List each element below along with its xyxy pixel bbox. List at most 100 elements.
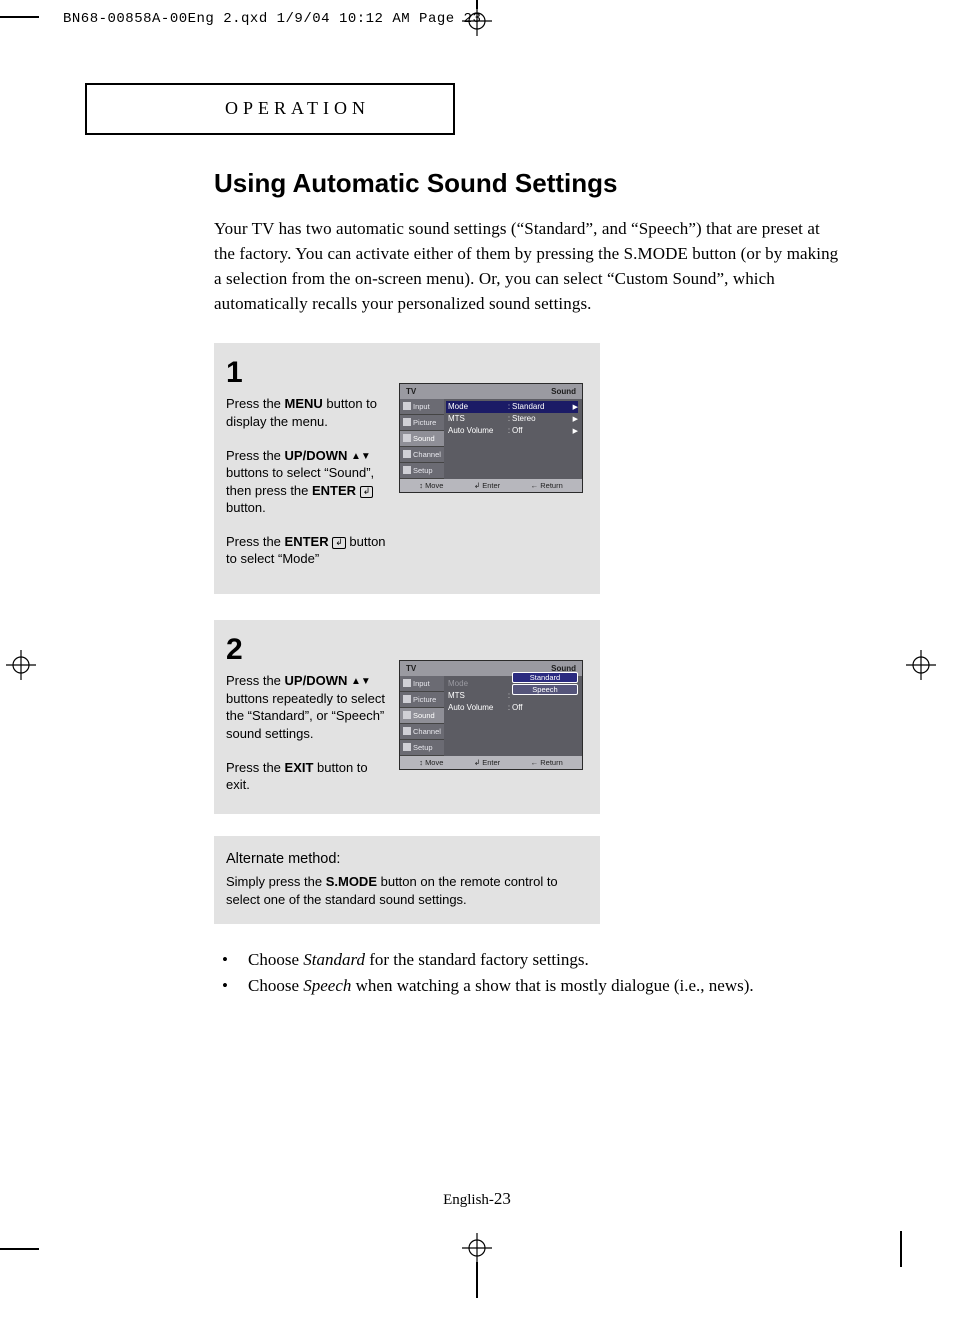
triangle-up-icon: ▲ xyxy=(351,452,361,462)
step-2-panel: 2 Press the UP/DOWN ▲▼ buttons repeatedl… xyxy=(214,620,600,814)
osd-tab-channel: Channel xyxy=(400,447,444,463)
label: Mode xyxy=(448,402,506,411)
channel-icon xyxy=(403,727,411,735)
footer-number: 23 xyxy=(494,1189,511,1208)
enter-icon: ↲ xyxy=(474,758,480,767)
key-enter: ENTER xyxy=(285,534,329,549)
content-column: Using Automatic Sound Settings Your TV h… xyxy=(214,168,844,1002)
value: Off xyxy=(512,426,570,435)
text: Press the xyxy=(226,534,285,549)
text: buttons repeatedly to select the “Standa… xyxy=(226,691,385,741)
osd-tab-setup: Setup xyxy=(400,740,444,756)
osd-tab-input: Input xyxy=(400,399,444,415)
step-2-osd: TV Sound Input Picture Sound Channel Set… xyxy=(399,660,583,770)
emphasis: Standard xyxy=(303,950,365,969)
text: Choose xyxy=(248,976,303,995)
enter-icon: ↲ xyxy=(474,481,480,490)
label: Return xyxy=(540,481,563,490)
step-number: 2 xyxy=(226,630,391,671)
page-title: Using Automatic Sound Settings xyxy=(214,168,844,199)
crop-mark xyxy=(900,1231,902,1267)
osd-title-left: TV xyxy=(406,664,416,673)
key-enter: ENTER xyxy=(312,483,356,498)
register-mark-icon xyxy=(462,1233,492,1263)
alternate-method-panel: Alternate method: Simply press the S.MOD… xyxy=(214,836,600,925)
label: Mode xyxy=(448,679,506,688)
updown-icon: ↕ xyxy=(419,481,423,490)
return-icon: ← xyxy=(531,481,539,490)
label: Channel xyxy=(413,450,441,459)
label: Enter xyxy=(482,758,500,767)
step-1-osd: TV Sound Input Picture Sound Channel Set… xyxy=(399,383,583,493)
label: Move xyxy=(425,758,443,767)
colon: : xyxy=(506,691,512,700)
value-dropdown: Standard Speech xyxy=(512,672,578,695)
osd-row-autovolume: Auto Volume:Off▶ xyxy=(448,425,578,437)
text: Press the xyxy=(226,760,285,775)
text: Choose xyxy=(248,950,303,969)
osd-tab-input: Input xyxy=(400,676,444,692)
step-1-text: 1 Press the MENU button to display the m… xyxy=(226,353,391,568)
label: Sound xyxy=(413,711,435,720)
register-mark-icon xyxy=(6,650,36,680)
alternate-heading: Alternate method: xyxy=(226,850,588,870)
label: Sound xyxy=(413,434,435,443)
label: Input xyxy=(413,402,430,411)
emphasis: Speech xyxy=(303,976,351,995)
triangle-right-icon: ▶ xyxy=(570,415,578,423)
label: Return xyxy=(540,758,563,767)
list-item: Choose Standard for the standard factory… xyxy=(214,950,844,970)
osd-tab-sound: Sound xyxy=(400,431,444,447)
osd-tab-channel: Channel xyxy=(400,724,444,740)
file-slug: BN68-00858A-00Eng 2.qxd 1/9/04 10:12 AM … xyxy=(63,11,481,27)
triangle-up-icon: ▲ xyxy=(351,677,361,687)
text: button. xyxy=(226,500,266,515)
osd-tab-picture: Picture xyxy=(400,415,444,431)
enter-icon: ↲ xyxy=(360,486,374,498)
osd-title-right: Sound xyxy=(551,387,576,396)
updown-icon: ↕ xyxy=(419,758,423,767)
register-mark-icon xyxy=(906,650,936,680)
picture-icon xyxy=(403,695,411,703)
osd-tab-setup: Setup xyxy=(400,463,444,479)
picture-icon xyxy=(403,418,411,426)
crop-mark xyxy=(476,1262,478,1298)
text: Simply press the xyxy=(226,874,326,889)
osd-sidebar: Input Picture Sound Channel Setup xyxy=(400,676,444,756)
option-standard: Standard xyxy=(512,672,578,683)
text: Press the xyxy=(226,448,285,463)
step-1-panel: 1 Press the MENU button to display the m… xyxy=(214,343,600,594)
enter-icon: ↲ xyxy=(332,537,346,549)
input-icon xyxy=(403,679,411,687)
osd-footer: ↕ Move ↲ Enter ← Return xyxy=(400,756,582,769)
value: Off xyxy=(512,703,578,712)
osd-sidebar: Input Picture Sound Channel Setup xyxy=(400,399,444,479)
page-number: English-23 xyxy=(443,1189,511,1209)
osd-footer: ↕ Move ↲ Enter ← Return xyxy=(400,479,582,492)
key-exit: EXIT xyxy=(285,760,314,775)
key-updown: UP/DOWN xyxy=(285,448,348,463)
label: Picture xyxy=(413,418,436,427)
label: MTS xyxy=(448,414,506,423)
setup-icon xyxy=(403,743,411,751)
label: Picture xyxy=(413,695,436,704)
return-icon: ← xyxy=(531,758,539,767)
text: when watching a show that is mostly dial… xyxy=(351,976,753,995)
label: Input xyxy=(413,679,430,688)
osd-row-autovolume: Auto Volume:Off xyxy=(448,702,578,714)
text: Press the xyxy=(226,396,285,411)
osd-main: Mode Standard Speech MTS: xyxy=(444,676,582,756)
sound-icon xyxy=(403,711,411,719)
osd-row-mode: Mode Standard Speech xyxy=(448,678,578,690)
option-speech: Speech xyxy=(512,684,578,695)
triangle-down-icon: ▼ xyxy=(361,452,371,462)
osd-screenshot: TV Sound Input Picture Sound Channel Set… xyxy=(399,660,583,770)
label: Setup xyxy=(413,466,433,475)
sound-icon xyxy=(403,434,411,442)
label: Auto Volume xyxy=(448,703,506,712)
channel-icon xyxy=(403,450,411,458)
step-number: 1 xyxy=(226,353,391,394)
label: Channel xyxy=(413,727,441,736)
value: Standard xyxy=(512,402,570,411)
label: Enter xyxy=(482,481,500,490)
